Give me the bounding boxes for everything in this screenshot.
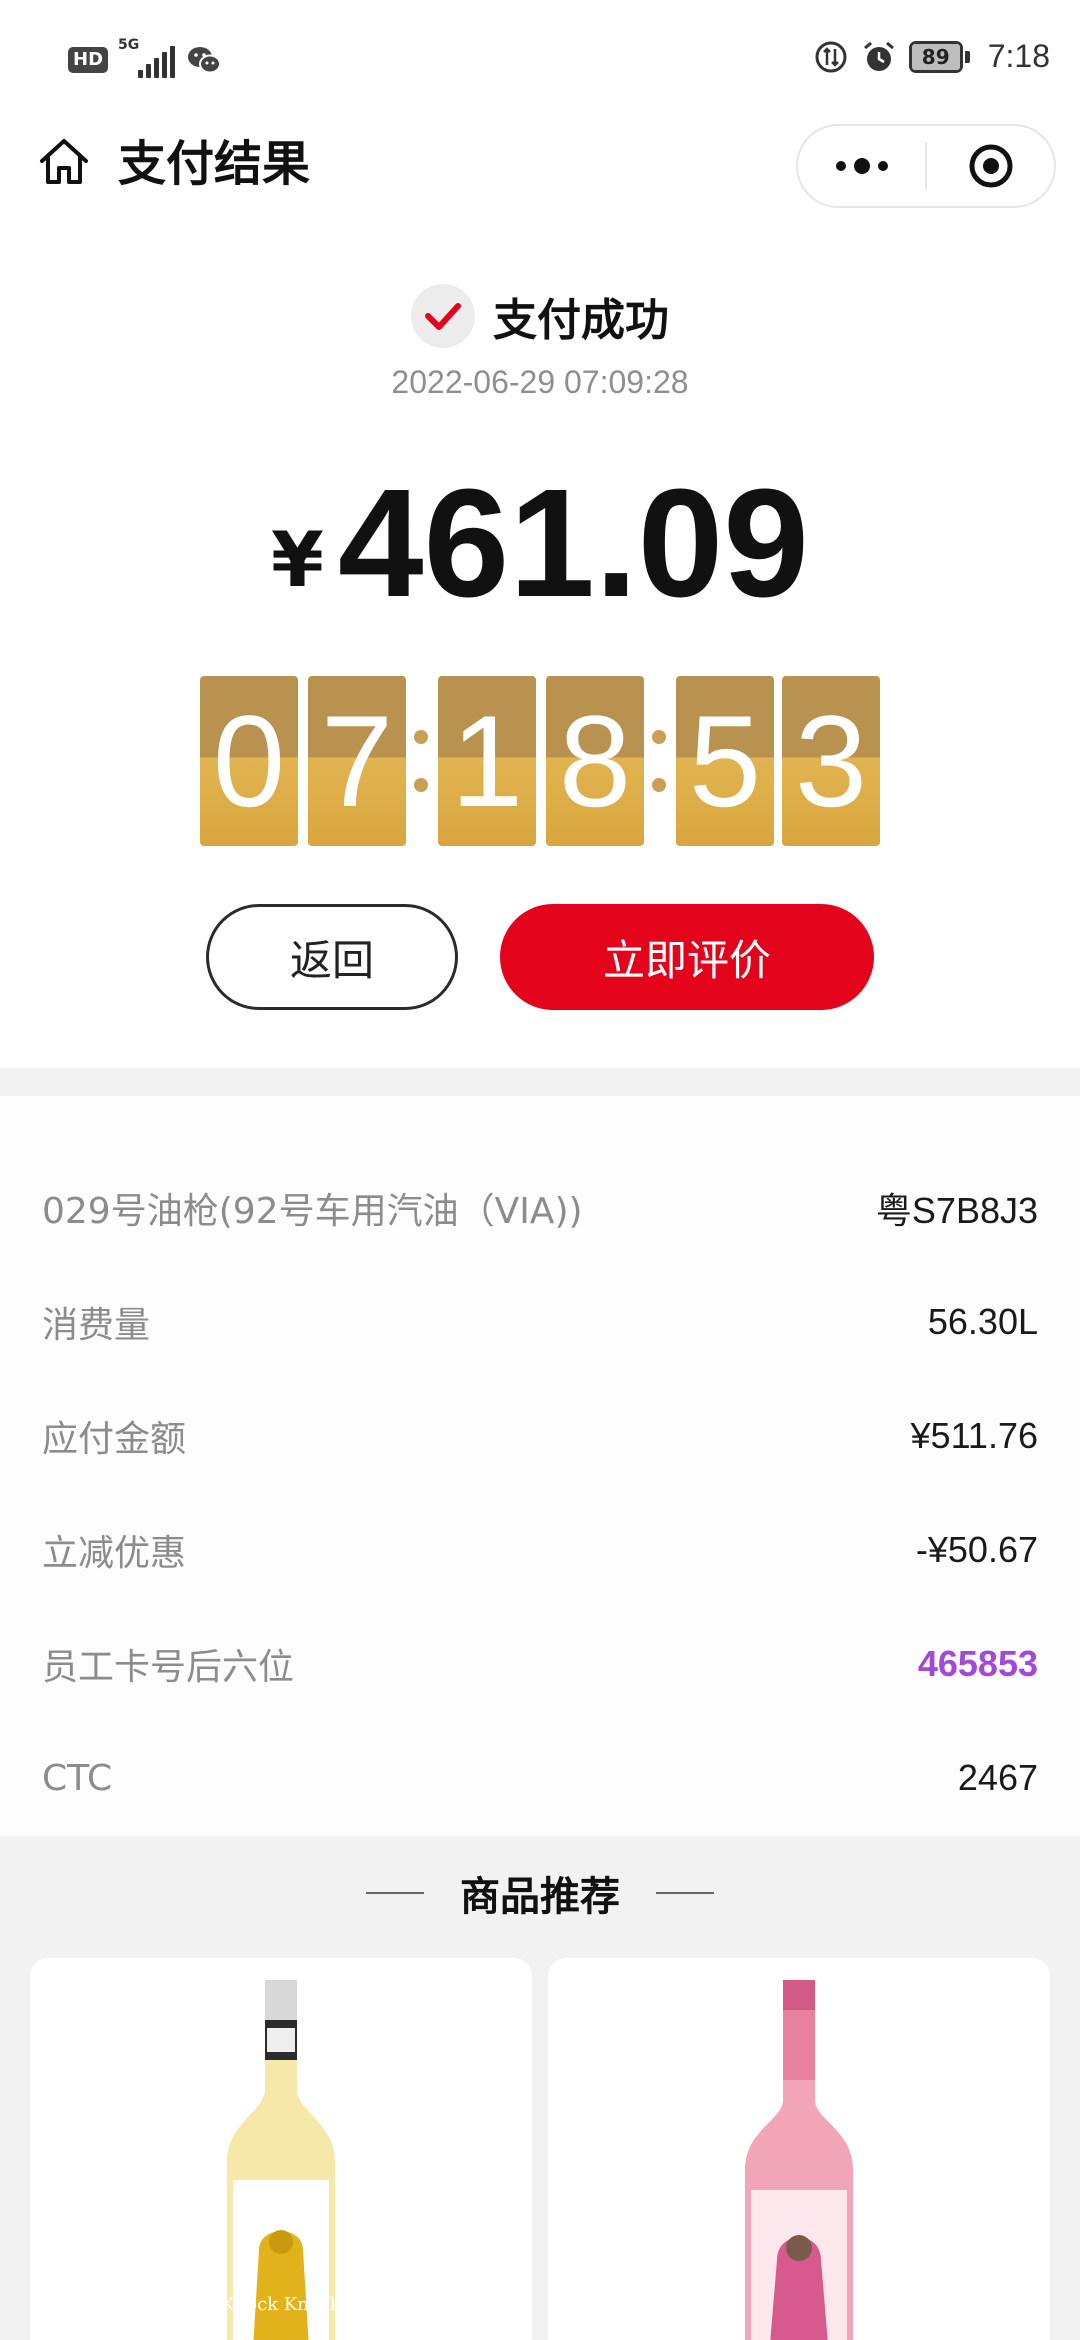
title-line-left: [366, 1892, 424, 1894]
payment-amount: ¥ 461.09: [0, 457, 1080, 629]
hd-badge: HD: [68, 47, 109, 73]
detail-label: 消费量: [42, 1305, 151, 1346]
battery-level: 89: [911, 43, 960, 70]
rose-wine-bottle-image: [745, 1980, 853, 2340]
clock-colon: [410, 676, 432, 846]
clock-digit: 1: [438, 676, 536, 846]
detail-label: CTC: [42, 1757, 113, 1799]
more-icon: [835, 158, 888, 174]
mini-program-capsule: [796, 124, 1056, 208]
detail-value: 56.30L: [927, 1301, 1038, 1342]
review-button[interactable]: 立即评价: [500, 904, 874, 1010]
status-text: 支付成功: [493, 295, 669, 346]
detail-row: 员工卡号后六位 465853: [42, 1634, 1038, 1694]
section-header: 商品推荐: [0, 1864, 1080, 1922]
status-left: HD 5G: [68, 38, 222, 78]
target-icon: [969, 144, 1012, 188]
amount-value: 461.09: [337, 457, 809, 629]
detail-row: CTC 2467: [42, 1748, 1038, 1808]
home-icon[interactable]: [36, 134, 92, 190]
status-right: 89 7:18: [813, 38, 1050, 75]
bottle-label-text: Knock Knock: [221, 2294, 341, 2315]
clock-digit: 5: [676, 676, 774, 846]
detail-label: 员工卡号后六位: [42, 1647, 295, 1688]
clock-digit: 8: [546, 676, 644, 846]
detail-row: 029号油枪(92号车用汽油（VIA)) 粤S7B8J3: [42, 1178, 1038, 1238]
product-card[interactable]: Knock Knock: [30, 1958, 532, 2340]
detail-value: 粤S7B8J3: [875, 1190, 1038, 1231]
clock-digit: 3: [782, 676, 880, 846]
detail-row: 消费量 56.30L: [42, 1292, 1038, 1352]
employee-card-number: 465853: [917, 1643, 1038, 1684]
data-saver-icon: [815, 41, 847, 72]
detail-row: 立减优惠 -¥50.67: [42, 1520, 1038, 1580]
signal-icon: 5G: [118, 38, 176, 78]
detail-value: ¥511.76: [910, 1415, 1038, 1456]
more-button[interactable]: [798, 126, 925, 206]
product-recommendation: 商品推荐 Knock Knock: [0, 1836, 1080, 2340]
detail-value: 2467: [957, 1757, 1038, 1798]
clock-digit: 7: [308, 676, 406, 846]
back-button[interactable]: 返回: [206, 904, 458, 1010]
white-wine-bottle-image: Knock Knock: [221, 1980, 341, 2340]
detail-label: 应付金额: [42, 1419, 187, 1460]
nav-bar: 支付结果: [0, 120, 1080, 210]
wechat-icon: [188, 47, 222, 74]
payment-status: 支付成功: [0, 284, 1080, 348]
battery-icon: 89: [908, 40, 963, 73]
product-card[interactable]: [548, 1958, 1050, 2340]
network-type: 5G: [118, 37, 140, 53]
detail-row: 应付金额 ¥511.76: [42, 1406, 1038, 1466]
check-icon: [411, 284, 475, 348]
detail-label: 029号油枪(92号车用汽油（VIA)): [42, 1191, 583, 1232]
alarm-icon: [863, 41, 894, 71]
payment-time: 2022-06-29 07:09:28: [391, 364, 689, 400]
status-time: 7:18: [987, 38, 1050, 74]
title-line-right: [656, 1892, 714, 1894]
currency-symbol: ¥: [271, 515, 324, 604]
section-divider: [0, 1068, 1080, 1096]
section-title: 商品推荐: [460, 1874, 620, 1920]
clock-colon: [648, 676, 670, 846]
clock-digit: 0: [200, 676, 298, 846]
detail-label: 立减优惠: [42, 1533, 187, 1574]
page-title: 支付结果: [118, 136, 311, 192]
flip-clock: 0 7 1 8 5 3: [200, 676, 880, 846]
detail-value: -¥50.67: [915, 1529, 1038, 1570]
status-bar: HD 5G 89 7:18: [0, 0, 1080, 120]
order-details: 029号油枪(92号车用汽油（VIA)) 粤S7B8J3 消费量 56.30L …: [0, 1096, 1080, 1836]
close-program-button[interactable]: [927, 126, 1054, 206]
